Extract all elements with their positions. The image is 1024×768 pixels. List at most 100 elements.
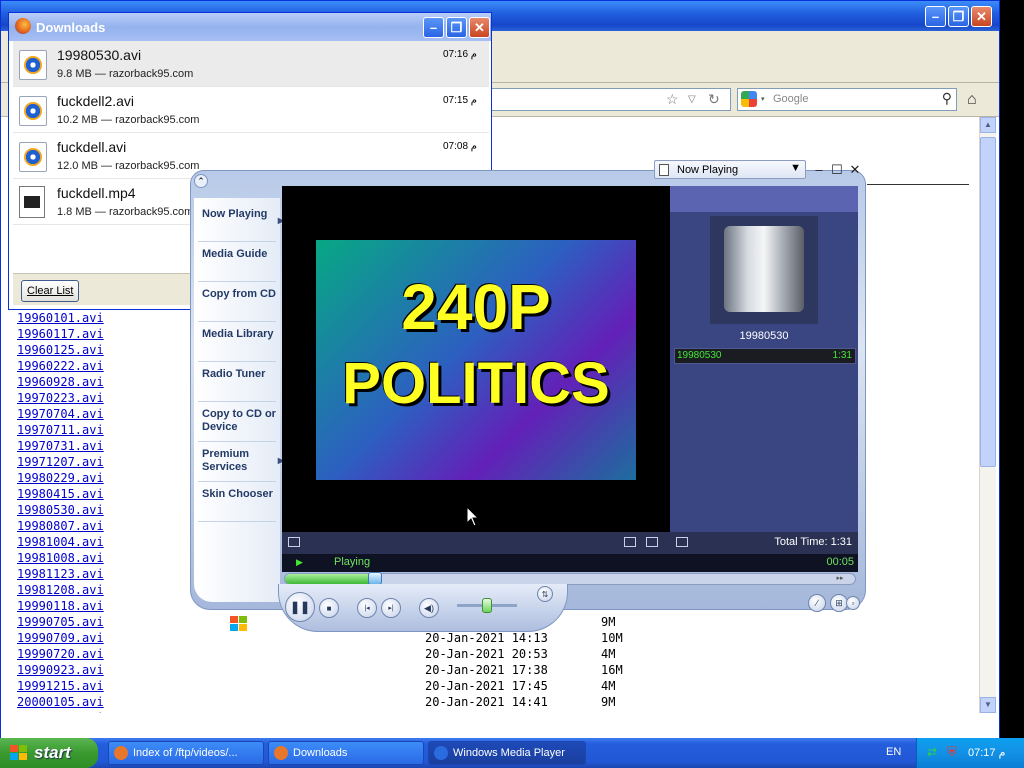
close-button[interactable]: ✕ (971, 6, 992, 27)
file-link[interactable]: 19960928.avi (17, 375, 104, 389)
nav-item[interactable]: Skin Chooser (198, 482, 276, 522)
mute-button[interactable]: ◀) (419, 598, 439, 618)
downloads-close-button[interactable]: ✕ (469, 17, 490, 38)
media-player-file-icon (19, 50, 47, 80)
file-date: 20-Jan-2021 14:28 (425, 711, 548, 713)
compact-mode-icon[interactable]: ▫ (846, 596, 860, 610)
google-engine-icon[interactable] (741, 91, 757, 107)
shuffle-icon[interactable] (676, 537, 688, 547)
reload-icon[interactable]: ↻ (708, 91, 720, 108)
minimize-button[interactable]: – (925, 6, 946, 27)
file-link[interactable]: 19970731.avi (17, 439, 104, 453)
downloads-minimize-button[interactable]: – (423, 17, 444, 38)
seek-forward-icon[interactable]: ▸▸ (831, 575, 849, 583)
album-art (710, 216, 818, 324)
video-display[interactable]: 240P POLITICS (282, 186, 670, 532)
player-minimize-button[interactable]: – (812, 163, 826, 177)
zoom-icon[interactable] (624, 537, 636, 547)
file-link[interactable]: 19990705.avi (17, 615, 104, 629)
task-button[interactable]: Downloads (268, 741, 424, 765)
file-link[interactable]: 19980229.avi (17, 471, 104, 485)
task-button[interactable]: Windows Media Player (428, 741, 586, 765)
stop-button[interactable]: ■ (319, 598, 339, 618)
bookmark-star-icon[interactable]: ☆ (666, 91, 679, 108)
scroll-down-icon[interactable]: ▼ (980, 697, 996, 713)
video-text-line1: 240P (401, 271, 551, 343)
security-shield-icon[interactable]: ⛨ (947, 744, 957, 760)
nav-item[interactable]: Media Guide (198, 242, 276, 282)
downloads-titlebar[interactable]: Downloads – ❐ ✕ (9, 13, 491, 41)
next-button[interactable]: ▸| (381, 598, 401, 618)
task-button[interactable]: Index of /ftp/videos/... (108, 741, 264, 765)
player-maximize-button[interactable]: ☐ (830, 163, 844, 177)
file-link[interactable]: 19960125.avi (17, 343, 104, 357)
fullscreen-icon[interactable] (646, 537, 658, 547)
file-link[interactable]: 19970223.avi (17, 391, 104, 405)
volume-knob[interactable] (482, 598, 492, 613)
file-link[interactable]: 20000306.avi (17, 711, 104, 713)
file-link[interactable]: 19980807.avi (17, 519, 104, 533)
file-link[interactable]: 20000105.avi (17, 695, 104, 709)
nav-item[interactable]: Media Library (198, 322, 276, 362)
video-frame: 240P POLITICS (316, 240, 636, 480)
playlist-pane: 19980530 19980530 1:31 (670, 186, 858, 532)
file-link[interactable]: 19981004.avi (17, 535, 104, 549)
download-item[interactable]: 19980530.avi 9.8 MB — razorback95.com 07:1… (13, 41, 489, 87)
equalizer-icon[interactable]: ∕ (808, 594, 826, 612)
file-link[interactable]: 19970711.avi (17, 423, 104, 437)
history-dropdown-icon[interactable]: ▽ (688, 94, 696, 105)
file-link[interactable]: 19981008.avi (17, 551, 104, 565)
previous-button[interactable]: |◂ (357, 598, 377, 618)
url-bar[interactable]: ☆ ▽ ↻ (491, 88, 731, 111)
file-row: 19981008.avi (17, 551, 104, 567)
download-item[interactable]: fuckdell2.avi 10.2 MB — razorback95.com 07… (13, 87, 489, 133)
settings-toggle-icon[interactable]: ⇅ (537, 586, 553, 602)
language-indicator[interactable]: EN (886, 746, 901, 758)
file-row: 20000306.avi 20-Jan-2021 14:28 11M (17, 711, 623, 713)
search-box[interactable]: ▾ Google ⚲ (737, 88, 957, 111)
view-selector-dropdown[interactable]: Now Playing ▼ (654, 160, 806, 179)
file-link[interactable]: 19981123.avi (17, 567, 104, 581)
playlist-track[interactable]: 19980530 1:31 (674, 348, 856, 364)
status-play-icon: ▶ (296, 557, 303, 567)
nav-item[interactable]: Copy from CD (198, 282, 276, 322)
scroll-up-icon[interactable]: ▲ (980, 117, 996, 133)
file-link[interactable]: 19990720.avi (17, 647, 104, 661)
track-name: 19980530 (677, 350, 722, 361)
engine-dropdown-icon[interactable]: ▾ (761, 95, 765, 103)
search-icon[interactable]: ⚲ (942, 90, 952, 107)
file-link[interactable]: 19990923.avi (17, 663, 104, 677)
file-link[interactable]: 19980530.avi (17, 503, 104, 517)
file-link[interactable]: 19960101.avi (17, 311, 104, 325)
file-link[interactable]: 19971207.avi (17, 455, 104, 469)
file-link[interactable]: 19981208.avi (17, 583, 104, 597)
maximize-button[interactable]: ❐ (948, 6, 969, 27)
downloads-maximize-button[interactable]: ❐ (446, 17, 467, 38)
nav-item[interactable]: Radio Tuner (198, 362, 276, 402)
nav-item[interactable]: Now Playing ▶ (198, 202, 284, 242)
hide-taskbar-icon[interactable]: ⌃ (194, 174, 208, 188)
nav-item[interactable]: Premium Services ▶ (198, 442, 284, 482)
windows-logo-icon (230, 616, 248, 632)
volume-slider[interactable] (457, 598, 517, 613)
file-row: 19980530.avi (17, 503, 104, 519)
playlist-toggle-icon[interactable] (288, 537, 300, 547)
file-link[interactable]: 19970704.avi (17, 407, 104, 421)
network-icon[interactable]: ⇄ (927, 745, 937, 759)
file-link[interactable]: 19990118.avi (17, 599, 104, 613)
file-link[interactable]: 19990709.avi (17, 631, 104, 645)
nav-item[interactable]: Copy to CD or Device (198, 402, 276, 442)
file-link[interactable]: 19991215.avi (17, 679, 104, 693)
file-link[interactable]: 19960222.avi (17, 359, 104, 373)
clock[interactable]: 07:17 م (968, 746, 1005, 759)
file-link[interactable]: 19960117.avi (17, 327, 104, 341)
file-date: 20-Jan-2021 20:53 (425, 647, 548, 661)
start-button[interactable]: start (0, 738, 98, 768)
pause-button[interactable]: ❚❚ (285, 592, 315, 622)
player-close-button[interactable]: ✕ (848, 163, 862, 177)
scroll-thumb[interactable] (980, 137, 996, 467)
home-icon[interactable]: ⌂ (967, 91, 977, 109)
file-link[interactable]: 19980415.avi (17, 487, 104, 501)
clear-list-button[interactable]: Clear List (21, 280, 80, 302)
page-scrollbar[interactable]: ▲ ▼ (979, 117, 996, 713)
